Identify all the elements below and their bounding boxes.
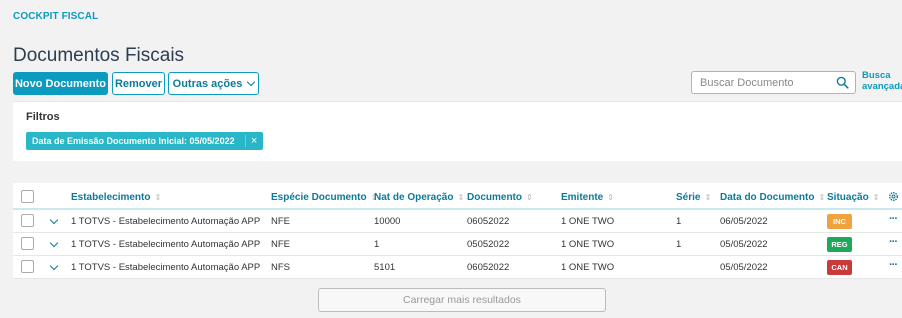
page-title: Documentos Fiscais	[13, 45, 185, 66]
cell-document: 06052022	[467, 262, 510, 273]
advanced-search-line2: avançada	[862, 81, 902, 92]
cell-species: NFE	[271, 216, 290, 227]
cell-issuer: 1 ONE TWO	[561, 239, 615, 250]
advanced-search-line1: Busca	[862, 70, 891, 81]
table-row[interactable]: 1 TOTVS - Estabelecimento Automação APP …	[13, 256, 902, 279]
cell-series: 1	[676, 239, 682, 250]
more-actions-label: Outras ações	[172, 77, 243, 90]
cell-species: NFS	[271, 262, 290, 273]
col-document[interactable]: Documento ⇕	[467, 192, 533, 203]
status-badge: CAN	[827, 260, 852, 275]
cell-doc-date: 05/05/2022	[720, 239, 768, 250]
filter-tag-label: Data de Emissão Documento Inicial: 05/05…	[32, 136, 235, 146]
row-checkbox[interactable]	[21, 214, 34, 227]
load-more-button[interactable]: Carregar mais resultados	[318, 288, 606, 312]
sort-icon: ⇕	[526, 193, 533, 202]
cell-nat-op: 10000	[374, 216, 401, 227]
cell-establishment: 1 TOTVS - Estabelecimento Automação APP	[71, 262, 261, 273]
breadcrumb[interactable]: COCKPIT FISCAL	[13, 11, 98, 22]
col-nat-op[interactable]: Nat de Operação ⇕	[374, 192, 464, 203]
col-series[interactable]: Série ⇕	[676, 192, 711, 203]
search-icon[interactable]	[836, 76, 849, 89]
sort-icon: ⇕	[457, 193, 465, 202]
advanced-search-link[interactable]: Busca avançada	[862, 70, 902, 92]
sort-icon: ⇕	[818, 193, 826, 202]
row-actions[interactable]: ···	[889, 259, 898, 271]
close-icon[interactable]: ×	[244, 135, 263, 147]
search-input[interactable]	[692, 72, 832, 93]
cell-issuer: 1 ONE TWO	[561, 262, 615, 273]
more-actions-button[interactable]: Outras ações	[168, 72, 259, 95]
chevron-down-icon[interactable]	[49, 215, 59, 225]
table-row[interactable]: 1 TOTVS - Estabelecimento Automação APP …	[13, 233, 902, 256]
cell-doc-date: 06/05/2022	[720, 216, 768, 227]
cell-document: 05052022	[467, 239, 510, 250]
table-row[interactable]: 1 TOTVS - Estabelecimento Automação APP …	[13, 210, 902, 233]
filters-title: Filtros	[26, 111, 60, 123]
select-all-checkbox[interactable]	[21, 190, 34, 203]
col-status[interactable]: Situação ⇕	[827, 192, 879, 203]
chevron-down-icon	[247, 77, 256, 87]
row-actions[interactable]: ···	[889, 236, 898, 248]
filter-tag: Data de Emissão Documento Inicial: 05/05…	[26, 132, 263, 150]
sort-icon: ⇕	[704, 193, 712, 202]
sort-icon: ⇕	[872, 193, 880, 202]
col-establishment[interactable]: Estabelecimento ⇕	[71, 192, 161, 203]
cell-establishment: 1 TOTVS - Estabelecimento Automação APP	[71, 239, 261, 250]
sort-icon: ⇕	[154, 193, 162, 202]
status-badge: REG	[827, 237, 852, 252]
cell-nat-op: 1	[374, 239, 380, 250]
col-doc-date[interactable]: Data do Documento ⇕	[720, 192, 825, 203]
cell-nat-op: 5101	[374, 262, 396, 273]
documents-table: Estabelecimento ⇕ Espécie Documento ⇕ Nat …	[13, 183, 902, 279]
sort-icon: ⇕	[607, 193, 614, 202]
new-document-button[interactable]: Novo Documento	[13, 72, 108, 95]
cell-establishment: 1 TOTVS - Estabelecimento Automação APP	[71, 216, 261, 227]
cell-doc-date: 05/05/2022	[720, 262, 768, 273]
chevron-down-icon[interactable]	[49, 261, 59, 271]
col-issuer[interactable]: Emitente ⇕	[561, 192, 614, 203]
remove-button[interactable]: Remover	[112, 72, 165, 95]
status-badge: INC	[827, 214, 852, 229]
cell-series: 1	[676, 216, 682, 227]
row-checkbox[interactable]	[21, 260, 34, 273]
chevron-down-icon[interactable]	[49, 238, 59, 248]
cell-document: 06052022	[467, 216, 510, 227]
filters-panel: Filtros Data de Emissão Documento Inicia…	[13, 101, 902, 161]
search-box	[691, 71, 856, 94]
table-header: Estabelecimento ⇕ Espécie Documento ⇕ Nat …	[13, 183, 902, 210]
cell-issuer: 1 ONE TWO	[561, 216, 615, 227]
row-actions[interactable]: ···	[889, 213, 898, 225]
row-checkbox[interactable]	[21, 237, 34, 250]
gear-icon[interactable]	[888, 191, 899, 202]
col-species[interactable]: Espécie Documento ⇕	[271, 192, 377, 203]
cell-species: NFE	[271, 239, 290, 250]
